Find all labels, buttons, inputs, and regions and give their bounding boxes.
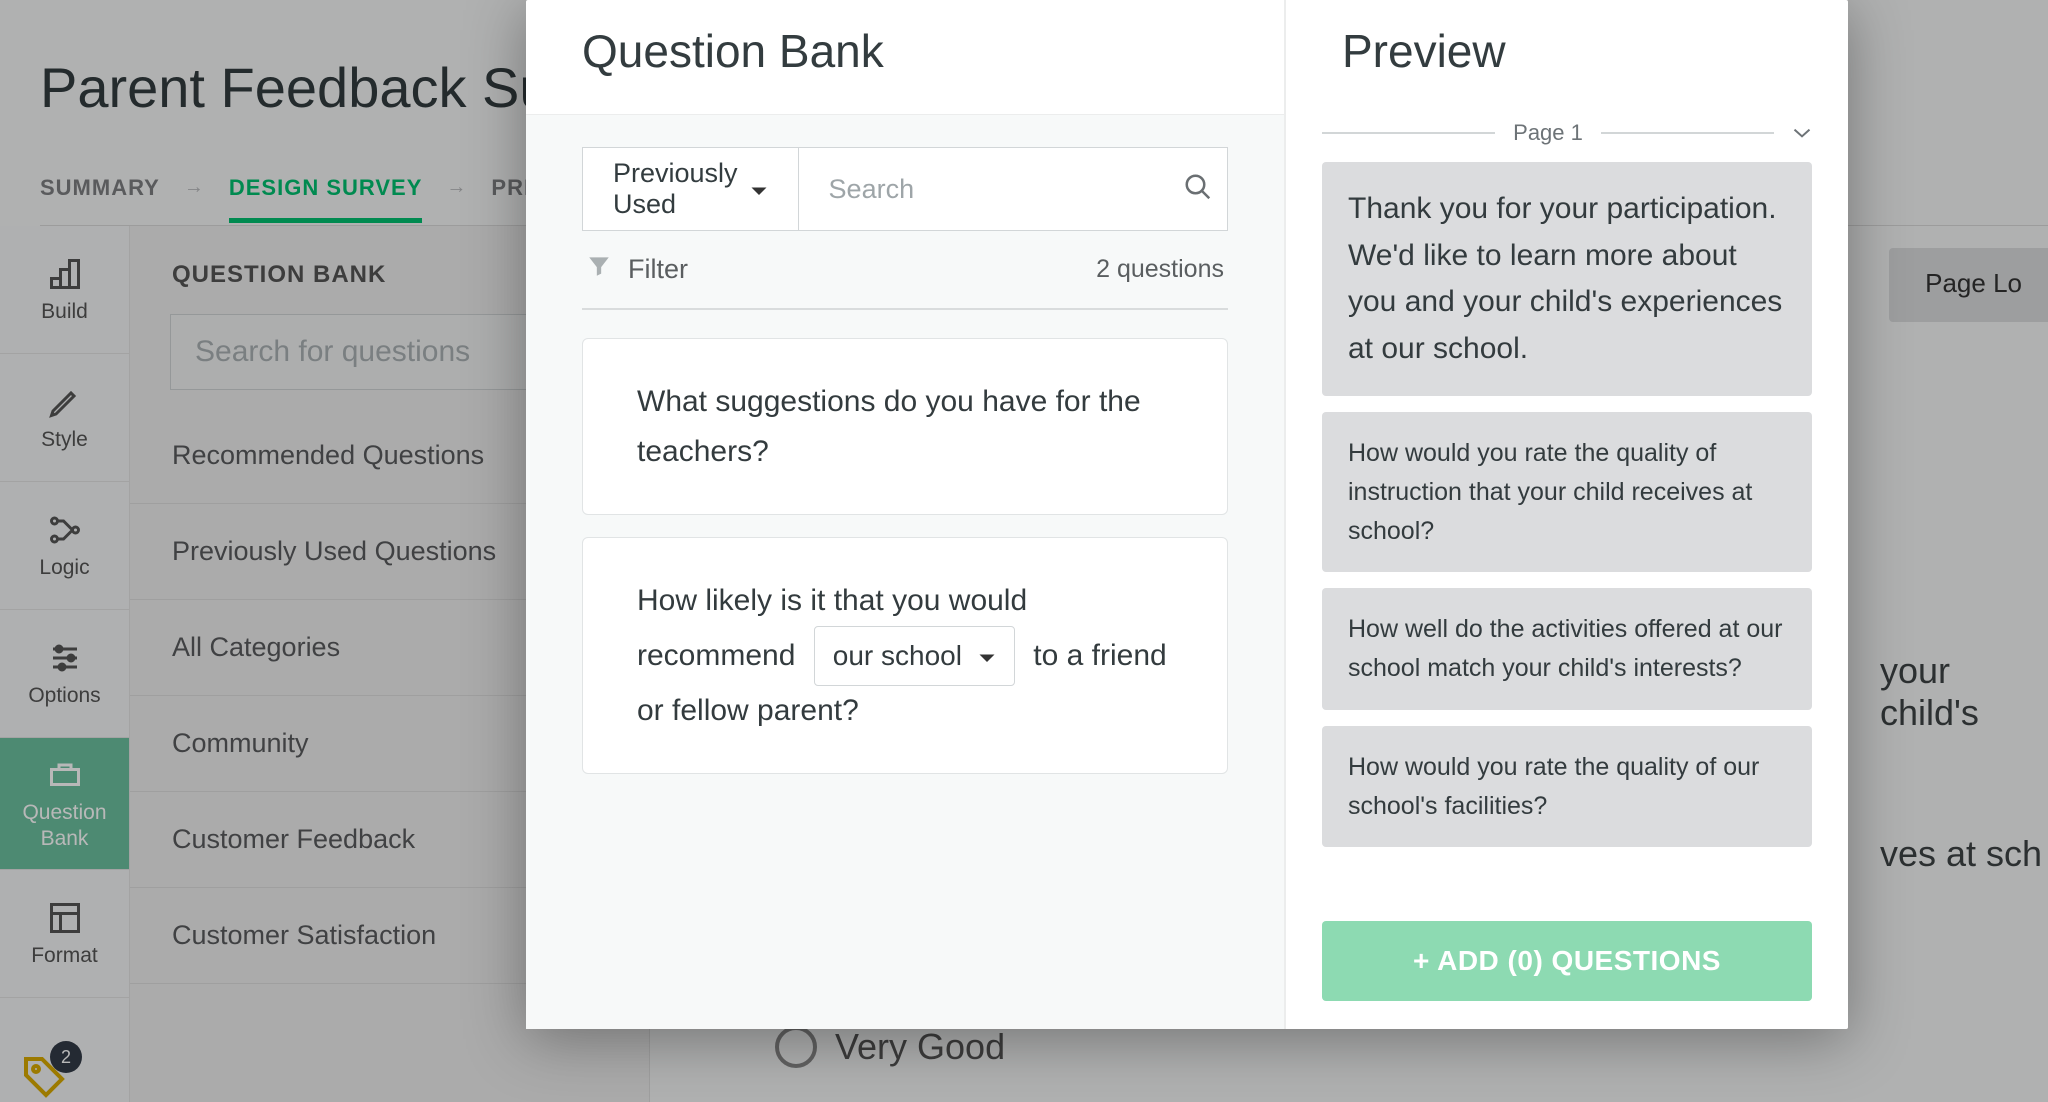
- question-card[interactable]: How likely is it that you would recommen…: [582, 537, 1228, 774]
- qb-filter-bar: Filter 2 questions: [582, 231, 1228, 310]
- filter-label: Filter: [628, 254, 688, 285]
- preview-card[interactable]: How well do the activities offered at ou…: [1322, 588, 1812, 710]
- divider-line: [1601, 132, 1774, 134]
- filter-icon: [586, 253, 612, 286]
- question-count: 2 questions: [1096, 255, 1224, 284]
- qb-controls: Previously Used: [582, 147, 1228, 231]
- inline-select-label: our school: [833, 633, 962, 679]
- search-icon: [1183, 172, 1213, 207]
- preview-title: Preview: [1286, 0, 1848, 114]
- preview-card[interactable]: How would you rate the quality of instru…: [1322, 412, 1812, 572]
- add-questions-button[interactable]: + ADD (0) QUESTIONS: [1322, 921, 1812, 1001]
- dropdown-selected-label: Previously Used: [613, 158, 738, 220]
- caret-down-icon: [750, 174, 768, 205]
- caret-down-icon: [978, 633, 996, 679]
- inline-select[interactable]: our school: [814, 626, 1015, 686]
- divider-line: [1322, 132, 1495, 134]
- page-divider[interactable]: Page 1: [1322, 114, 1812, 162]
- qb-search-wrapper: [799, 148, 1243, 230]
- preview-card-intro[interactable]: Thank you for your participation. We'd l…: [1322, 162, 1812, 396]
- page-label: Page 1: [1513, 120, 1583, 146]
- search-input[interactable]: [829, 174, 1183, 205]
- preview-card[interactable]: How would you rate the quality of our sc…: [1322, 726, 1812, 848]
- question-card[interactable]: What suggestions do you have for the tea…: [582, 338, 1228, 515]
- question-bank-modal: Question Bank Previously Used Filter 2 q…: [526, 0, 1848, 1029]
- chevron-down-icon: [1792, 120, 1812, 146]
- filter-button[interactable]: Filter: [586, 253, 688, 286]
- question-bank-title: Question Bank: [526, 0, 1284, 114]
- category-dropdown[interactable]: Previously Used: [583, 148, 799, 230]
